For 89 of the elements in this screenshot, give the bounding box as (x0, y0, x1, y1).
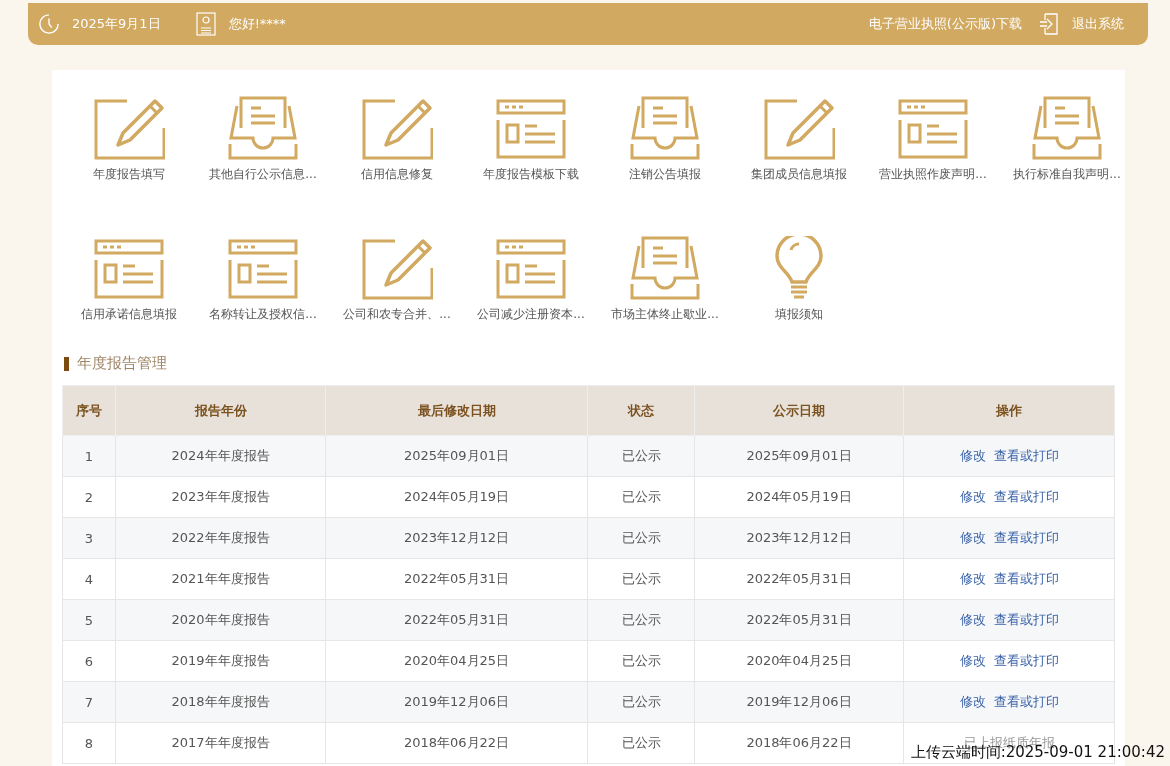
table-cell: 1 (62, 435, 116, 477)
inbox-tray-icon[interactable] (1031, 96, 1103, 160)
shortcut-label[interactable]: 年度报告模板下载 (483, 166, 579, 183)
shortcut-label[interactable]: 年度报告填写 (93, 166, 165, 183)
column-header: 操作 (903, 385, 1115, 436)
table-cell: 2022年05月31日 (325, 599, 588, 641)
table-cell: 已公示 (587, 558, 695, 600)
table-cell: 2023年12月12日 (694, 517, 904, 559)
shortcut-label[interactable]: 名称转让及授权信... (209, 306, 317, 323)
table-cell: 7 (62, 681, 116, 723)
table-cell: 2 (62, 476, 116, 518)
inbox-tray-icon[interactable] (629, 96, 701, 160)
table-cell: 2022年05月31日 (694, 599, 904, 641)
edit-pencil-icon[interactable] (361, 96, 433, 160)
table-cell: 2017年年度报告 (115, 722, 326, 764)
table-cell: 2023年年度报告 (115, 476, 326, 518)
inbox-tray-icon[interactable] (629, 236, 701, 300)
column-header: 序号 (62, 385, 116, 436)
action-link[interactable]: 查看或打印 (993, 530, 1059, 545)
table-cell: 2021年年度报告 (115, 558, 326, 600)
table-cell: 2024年年度报告 (115, 435, 326, 477)
shortcut-label[interactable]: 公司和农专合并、... (343, 306, 451, 323)
shortcut-label[interactable]: 营业执照作废声明... (879, 166, 987, 183)
shortcut-label[interactable]: 集团成员信息填报 (751, 166, 847, 183)
action-link[interactable]: 查看或打印 (993, 489, 1059, 504)
table-cell: 2025年09月01日 (694, 435, 904, 477)
table-cell: 2020年04月25日 (325, 640, 588, 682)
table-cell: 4 (62, 558, 116, 600)
action-link[interactable]: 修改 (959, 530, 986, 545)
user-icon (194, 12, 217, 36)
table-cell: 已公示 (587, 599, 695, 641)
column-header: 状态 (587, 385, 695, 436)
shortcut-label[interactable]: 填报须知 (775, 306, 823, 323)
edit-pencil-icon[interactable] (93, 96, 165, 160)
table-cell: 2020年年度报告 (115, 599, 326, 641)
shortcut-label[interactable]: 信用承诺信息填报 (81, 306, 177, 323)
table-cell: 已公示 (587, 722, 695, 764)
logout-icon (1038, 12, 1060, 36)
table-cell: 5 (62, 599, 116, 641)
action-link[interactable]: 修改 (959, 448, 986, 463)
shortcut-label[interactable]: 其他自行公示信息... (209, 166, 317, 183)
table-cell: 2023年12月12日 (325, 517, 588, 559)
table-cell: 已公示 (587, 476, 695, 518)
table-cell: 3 (62, 517, 116, 559)
date-text: 2025年9月1日 (72, 15, 161, 33)
action-link[interactable]: 修改 (959, 571, 986, 586)
section-title: 年度报告管理 (77, 354, 167, 373)
table-cell: 2019年12月06日 (325, 681, 588, 723)
table-cell: 2022年年度报告 (115, 517, 326, 559)
table-cell: 2019年12月06日 (694, 681, 904, 723)
inbox-tray-icon[interactable] (227, 96, 299, 160)
action-link[interactable]: 查看或打印 (993, 448, 1059, 463)
shortcut-label[interactable]: 信用信息修复 (361, 166, 433, 183)
table-cell: 6 (62, 640, 116, 682)
table-cell: 2025年09月01日 (325, 435, 588, 477)
section-marker (64, 356, 69, 371)
action-link[interactable]: 查看或打印 (993, 653, 1059, 668)
action-link[interactable]: 修改 (959, 489, 986, 504)
shortcut-label[interactable]: 执行标准自我声明... (1013, 166, 1121, 183)
table-cell: 2022年05月31日 (325, 558, 588, 600)
action-link[interactable]: 查看或打印 (993, 571, 1059, 586)
table-cell: 已公示 (587, 517, 695, 559)
table-cell: 2020年04月25日 (694, 640, 904, 682)
table-cell: 已公示 (587, 640, 695, 682)
action-link[interactable]: 修改 (959, 653, 986, 668)
table-cell: 已公示 (587, 681, 695, 723)
action-link[interactable]: 查看或打印 (993, 694, 1059, 709)
table-cell: 2018年06月22日 (325, 722, 588, 764)
column-header: 最后修改日期 (325, 385, 588, 436)
edit-pencil-icon[interactable] (763, 96, 835, 160)
table-cell: 2018年年度报告 (115, 681, 326, 723)
clock-icon (38, 12, 60, 36)
greeting-text: 您好!**** (228, 15, 286, 33)
table-cell: 2024年05月19日 (325, 476, 588, 518)
shortcut-label[interactable]: 注销公告填报 (629, 166, 701, 183)
table-cell: 2018年06月22日 (694, 722, 904, 764)
shortcut-label[interactable]: 市场主体终止歇业... (611, 306, 719, 323)
table-cell: 已公示 (587, 435, 695, 477)
table-cell: 2019年年度报告 (115, 640, 326, 682)
table-cell: 8 (62, 722, 116, 764)
table-cell: 2022年05月31日 (694, 558, 904, 600)
shortcut-label[interactable]: 公司减少注册资本... (477, 306, 585, 323)
action-link[interactable]: 修改 (959, 612, 986, 627)
column-header: 公示日期 (694, 385, 904, 436)
action-link[interactable]: 查看或打印 (993, 612, 1059, 627)
table-cell: 2024年05月19日 (694, 476, 904, 518)
edit-pencil-icon[interactable] (361, 236, 433, 300)
action-link[interactable]: 修改 (959, 694, 986, 709)
column-header: 报告年份 (115, 385, 326, 436)
